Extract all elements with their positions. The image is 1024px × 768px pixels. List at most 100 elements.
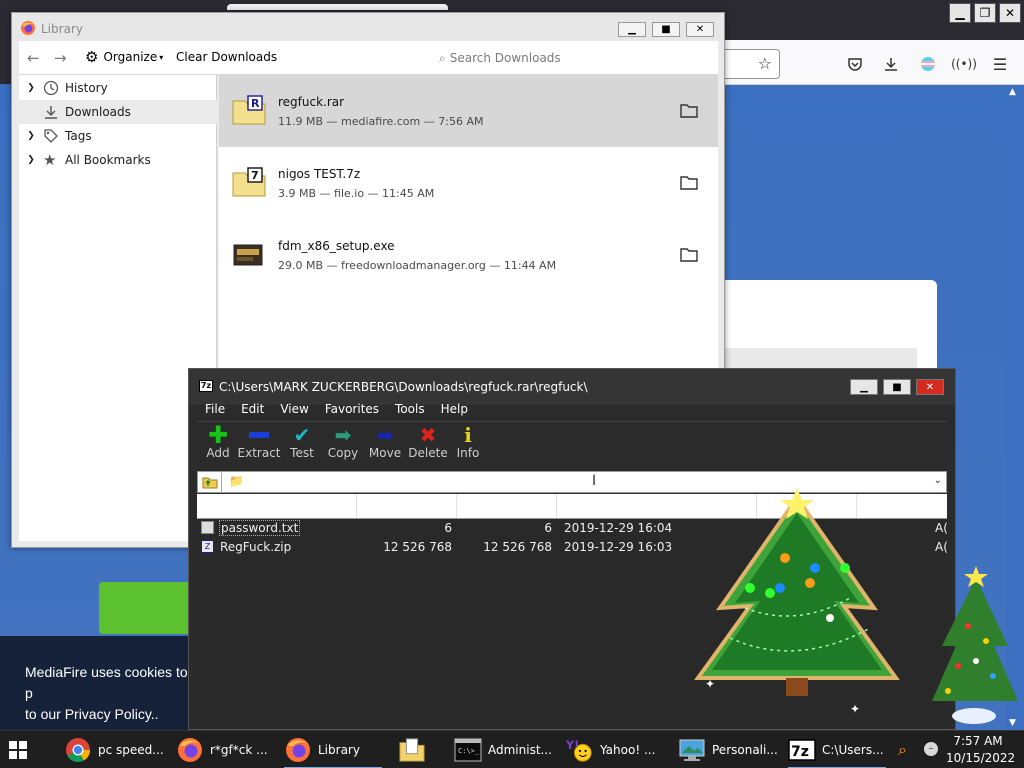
- download-icon: [45, 106, 57, 119]
- test-icon: ✔: [293, 423, 311, 447]
- taskbar-item-chrome[interactable]: pc speed...: [64, 731, 170, 768]
- svg-text:R: R: [251, 97, 260, 110]
- download-row[interactable]: 7 nigos TEST.7z 3.9 MB — file.io — 11:45…: [219, 147, 718, 219]
- test-button[interactable]: ✔ Test: [285, 423, 319, 466]
- add-button[interactable]: ✚ Add: [199, 421, 237, 466]
- text-file-icon: [201, 521, 214, 534]
- extension-icon[interactable]: ((•)): [951, 52, 977, 76]
- sidebar-item-all-bookmarks[interactable]: ❯ ★ All Bookmarks: [19, 148, 217, 172]
- maximize-icon[interactable]: ■: [652, 22, 680, 37]
- tray-status-icon[interactable]: –: [924, 742, 938, 756]
- extract-button[interactable]: Extract: [238, 424, 281, 466]
- taskbar-item-cmd[interactable]: C:\>_ Administ...: [454, 731, 554, 768]
- taskbar-item-personalize[interactable]: Personali...: [678, 731, 778, 768]
- search-icon[interactable]: ⌕: [898, 740, 907, 760]
- chevron-right-icon[interactable]: ❯: [19, 131, 43, 141]
- download-meta: 11.9 MB — mediafire.com — 7:56 AM: [278, 115, 484, 128]
- background-url-bar[interactable]: ☆: [720, 49, 780, 79]
- firefox-icon: [176, 736, 204, 764]
- extension-flag-icon[interactable]: [916, 52, 940, 76]
- sevenzip-toolbar: ✚ Add Extract ✔ Test ➡ Copy ➡ Move ✖ Del…: [197, 421, 947, 467]
- cmd-icon: C:\>_: [454, 736, 482, 764]
- sidebar-item-downloads[interactable]: Downloads: [19, 100, 217, 124]
- menu-view[interactable]: View: [272, 399, 316, 419]
- taskbar-item-label: Administ...: [488, 743, 552, 757]
- chevron-right-icon[interactable]: ❯: [19, 155, 43, 165]
- menu-favorites[interactable]: Favorites: [317, 399, 387, 419]
- close-icon[interactable]: ✕: [999, 3, 1021, 23]
- background-download-button[interactable]: [99, 582, 191, 634]
- close-icon[interactable]: ✕: [686, 22, 714, 37]
- menu-file[interactable]: File: [197, 399, 233, 419]
- yahoo-icon: Y!: [566, 736, 594, 764]
- column-packed-size[interactable]: [457, 494, 557, 518]
- download-row[interactable]: fdm_x86_setup.exe 29.0 MB — freedownload…: [219, 219, 718, 291]
- maximize-icon[interactable]: ■: [883, 379, 911, 395]
- star-icon: ★: [43, 151, 57, 169]
- info-button[interactable]: i Info: [453, 423, 483, 466]
- back-arrow-icon[interactable]: ←: [27, 49, 40, 67]
- 7zip-icon: 7z: [199, 380, 213, 392]
- forward-arrow-icon[interactable]: →: [54, 49, 67, 67]
- taskbar-item-label: r*gf*ck ...: [210, 743, 268, 757]
- cookie-banner: MediaFire uses cookies to p to our Priva…: [0, 636, 190, 730]
- column-size[interactable]: [357, 494, 457, 518]
- download-row[interactable]: R regfuck.rar 11.9 MB — mediafire.com — …: [219, 75, 718, 147]
- folder-icon[interactable]: [680, 247, 698, 262]
- taskbar-item-7zip[interactable]: 7z C:\Users...: [788, 731, 886, 768]
- menu-edit[interactable]: Edit: [233, 399, 272, 419]
- folder-icon[interactable]: [680, 103, 698, 118]
- restore-icon[interactable]: ❐: [974, 3, 996, 23]
- minimize-icon[interactable]: ▁: [618, 22, 646, 37]
- column-name[interactable]: [197, 494, 357, 518]
- taskbar-item-firefox[interactable]: r*gf*ck ...: [176, 731, 276, 768]
- taskbar-item-library[interactable]: Library: [284, 731, 382, 768]
- pocket-icon[interactable]: [843, 52, 867, 76]
- scroll-up-icon[interactable]: ▲: [1009, 87, 1016, 97]
- file-size: 6: [444, 521, 452, 535]
- downloads-icon[interactable]: [879, 52, 903, 76]
- delete-button[interactable]: ✖ Delete: [408, 423, 448, 466]
- cookie-banner-link[interactable]: to our Privacy Policy..: [25, 704, 190, 725]
- start-button[interactable]: [8, 731, 48, 768]
- menu-tools[interactable]: Tools: [387, 399, 433, 419]
- file-packed-size: 6: [544, 521, 552, 535]
- taskbar-item-explorer[interactable]: [398, 731, 438, 768]
- info-label: Info: [456, 446, 480, 460]
- menu-help[interactable]: Help: [433, 399, 476, 419]
- minimize-icon[interactable]: ▁: [949, 3, 971, 23]
- chrome-icon: [64, 736, 92, 764]
- zip-file-icon: Z: [201, 540, 214, 553]
- menu-hamburger-icon[interactable]: ☰: [988, 52, 1012, 76]
- organize-button[interactable]: ⚙ Organize ▾: [85, 48, 163, 66]
- taskbar-item-label: Library: [318, 743, 360, 757]
- 7zip-icon: 7z: [788, 736, 816, 764]
- minimize-icon[interactable]: ▁: [850, 379, 878, 395]
- svg-text:C:\>_: C:\>_: [458, 747, 480, 755]
- sidebar-item-label: All Bookmarks: [65, 153, 151, 167]
- file-size: 12 526 768: [383, 540, 452, 554]
- close-icon[interactable]: ✕: [916, 379, 944, 395]
- copy-button[interactable]: ➡ Copy: [325, 423, 361, 466]
- folder-icon[interactable]: [680, 175, 698, 190]
- taskbar-clock[interactable]: 7:57 AM 10/15/2022: [946, 733, 1015, 767]
- clear-downloads-button[interactable]: Clear Downloads: [176, 50, 277, 64]
- sidebar-item-tags[interactable]: ❯ Tags: [19, 124, 217, 148]
- add-label: Add: [206, 446, 230, 460]
- sidebar-item-history[interactable]: ❯ History: [19, 76, 217, 100]
- info-icon: i: [464, 423, 472, 447]
- move-button[interactable]: ➡ Move: [367, 423, 403, 466]
- bookmark-star-icon[interactable]: ☆: [758, 54, 772, 73]
- background-browser-tab[interactable]: [227, 4, 448, 10]
- test-label: Test: [290, 446, 314, 460]
- library-titlebar[interactable]: Library ▁ ■ ✕: [12, 13, 724, 41]
- chevron-down-icon: ▾: [159, 52, 164, 62]
- chevron-right-icon[interactable]: ❯: [19, 83, 43, 93]
- download-filename: regfuck.rar: [278, 95, 345, 109]
- search-downloads-input[interactable]: ⌕ Search Downloads: [439, 47, 715, 69]
- delete-icon: ✖: [419, 423, 437, 447]
- taskbar-item-yahoo[interactable]: Y! Yahoo! ...: [566, 731, 668, 768]
- chevron-down-icon[interactable]: ⌄: [934, 475, 942, 486]
- delete-label: Delete: [408, 446, 448, 460]
- up-folder-icon[interactable]: [198, 472, 222, 492]
